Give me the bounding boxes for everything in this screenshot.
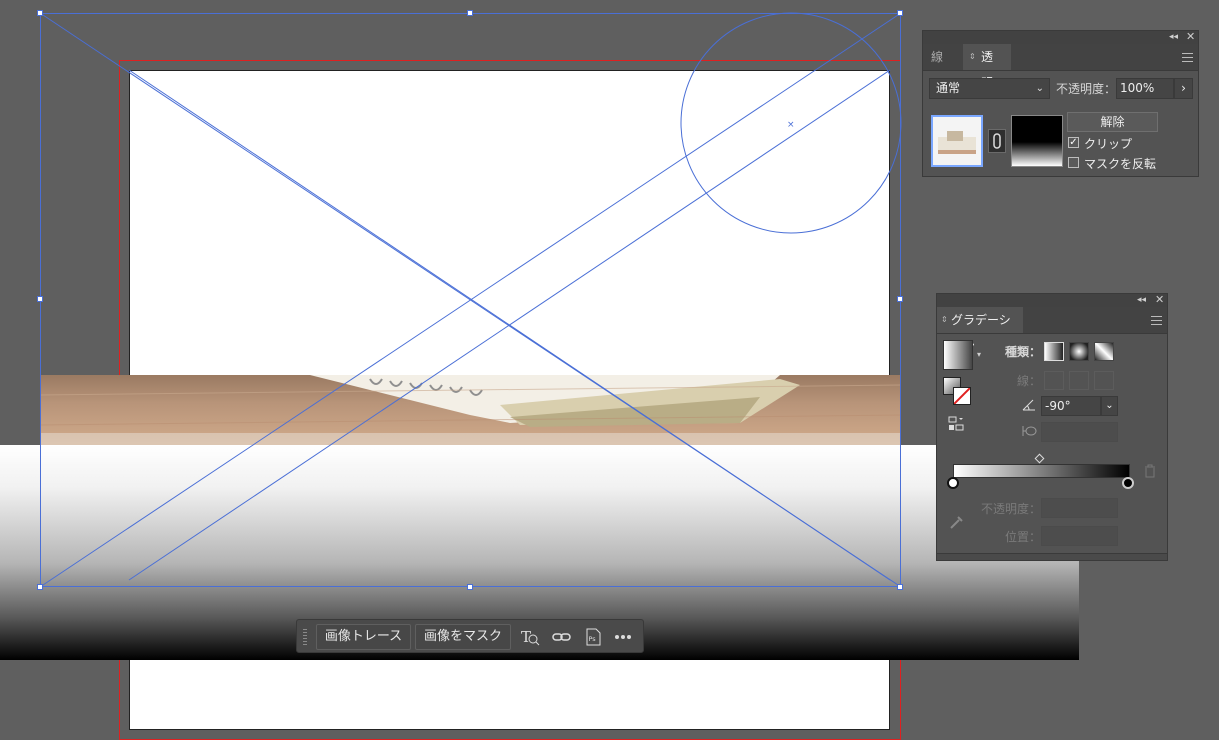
stop-opacity-label: 不透明度：: [981, 502, 1042, 516]
blend-mode-select[interactable]: 通常 ⌄: [929, 78, 1050, 99]
freeform-gradient-button[interactable]: [1094, 342, 1114, 361]
toolbar-grip[interactable]: [303, 629, 307, 645]
stroke-gradient-across-icon: [1094, 371, 1114, 390]
context-toolbar: 画像トレース 画像をマスク T Ps: [296, 619, 644, 653]
stroke-gradient-along-icon: [1069, 371, 1089, 390]
stroke-label: 線：: [1017, 374, 1042, 388]
panel-menu-icon[interactable]: [1182, 53, 1193, 62]
stop-opacity-input: [1041, 498, 1118, 518]
angle-input[interactable]: -90°: [1041, 396, 1101, 416]
transparency-panel: ◂◂ ✕ 線 ⇕ 透明 通常 ⌄ 不透明度： 100% › 解除 ✓ クリップ …: [922, 30, 1199, 177]
gradient-swatch[interactable]: [943, 340, 973, 370]
tab-gradient[interactable]: ⇕ グラデーション: [937, 307, 1023, 353]
tab-transparency[interactable]: ⇕ 透明: [963, 44, 1011, 90]
collapse-icon[interactable]: ◂◂: [1137, 295, 1146, 305]
stroke-none-swatch[interactable]: [953, 387, 971, 405]
invert-mask-label: マスクを反転: [1084, 157, 1157, 171]
angle-icon: [1021, 398, 1037, 412]
clip-checkbox[interactable]: ✓: [1068, 137, 1079, 148]
collapse-icon[interactable]: ◂◂: [1169, 32, 1178, 42]
opacity-stepper-button[interactable]: ›: [1174, 78, 1193, 99]
chevron-down-icon[interactable]: ▾: [977, 350, 981, 360]
artwork-thumbnail[interactable]: [931, 115, 983, 167]
image-trace-button[interactable]: 画像トレース: [316, 624, 411, 650]
clip-label: クリップ: [1084, 137, 1133, 151]
chevron-down-icon[interactable]: ⌄: [1101, 396, 1118, 416]
blend-mode-value: 通常: [936, 81, 961, 95]
mask-link-icon[interactable]: [988, 129, 1006, 153]
panel-resize-handle[interactable]: [937, 553, 1167, 560]
eyedropper-icon: [949, 514, 965, 530]
radial-gradient-button[interactable]: [1069, 342, 1089, 361]
stroke-gradient-within-icon: [1044, 371, 1064, 390]
stop-location-input: [1041, 526, 1118, 546]
opacity-label: 不透明度：: [1056, 82, 1117, 96]
photoshop-icon[interactable]: Ps: [581, 625, 605, 649]
trash-icon: [1144, 464, 1156, 478]
invert-mask-checkbox[interactable]: [1068, 157, 1079, 168]
midpoint-diamond[interactable]: [1034, 453, 1045, 464]
type-label: 種類：: [1005, 345, 1042, 359]
more-icon[interactable]: [611, 625, 635, 649]
gradient-options-icon[interactable]: [948, 416, 966, 432]
gradient-slider[interactable]: [953, 464, 1130, 478]
gradient-panel: ◂◂ ✕ ⇕ グラデーション ▾ 種類： 線： -90° ⌄ 不透明度：: [936, 293, 1168, 561]
panel-header: ◂◂ ✕: [937, 294, 1167, 307]
release-button[interactable]: 解除: [1067, 112, 1158, 132]
close-icon[interactable]: ✕: [1186, 31, 1195, 42]
tab-updown-icon: ⇕: [969, 52, 976, 61]
linear-gradient-button[interactable]: [1044, 342, 1064, 361]
mask-image-button[interactable]: 画像をマスク: [415, 624, 511, 650]
opacity-input[interactable]: 100%: [1116, 78, 1174, 99]
text-search-icon[interactable]: T: [518, 625, 542, 649]
close-icon[interactable]: ✕: [1155, 294, 1164, 305]
svg-text:Ps: Ps: [589, 635, 597, 643]
panel-header: ◂◂ ✕: [923, 31, 1198, 44]
aspect-ratio-input: [1041, 422, 1118, 442]
tab-updown-icon: ⇕: [941, 315, 948, 324]
gradient-stop-black[interactable]: [1122, 477, 1134, 489]
svg-text:×: ×: [787, 120, 795, 130]
gradient-stop-white[interactable]: [947, 477, 959, 489]
aspect-ratio-icon: [1021, 424, 1037, 438]
link-icon[interactable]: [550, 625, 574, 649]
mask-thumbnail[interactable]: [1011, 115, 1063, 167]
chevron-down-icon: ⌄: [1035, 83, 1044, 94]
stop-location-label: 位置：: [1005, 530, 1042, 544]
panel-menu-icon[interactable]: [1151, 316, 1162, 325]
